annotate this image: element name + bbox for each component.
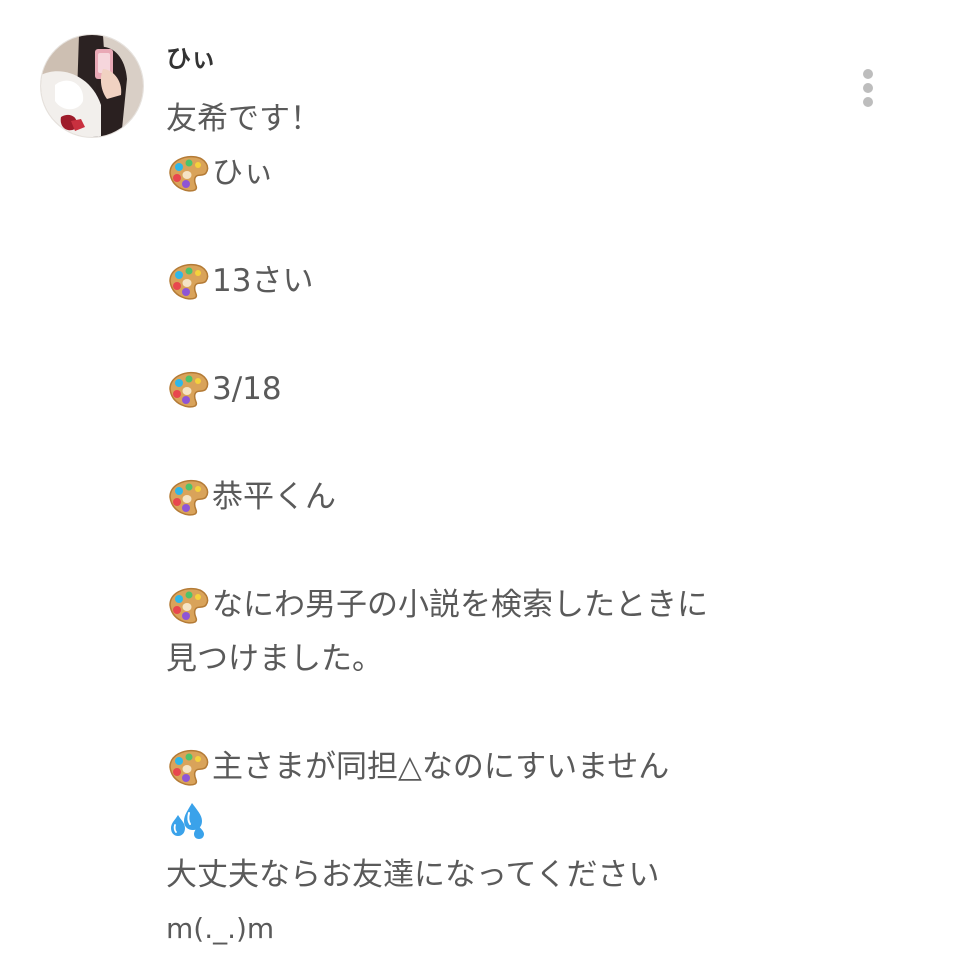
username[interactable]: ひぃ: [166, 44, 216, 74]
message-line: ひぃ: [166, 146, 926, 200]
message-text: 主さまが同担△なのにすいません: [212, 749, 670, 785]
message-line: なにわ男子の小説を検索したときに: [166, 578, 926, 632]
message-line: m(._.)m: [166, 902, 926, 956]
avatar[interactable]: [40, 34, 144, 138]
message-line-blank: [166, 308, 926, 362]
message-line: 見つけました。: [166, 632, 926, 686]
artist-palette-icon: [166, 369, 210, 409]
sweat-droplets-icon: [166, 801, 210, 841]
artist-palette-icon: [166, 747, 210, 787]
message-text: 大丈夫ならお友達になってください: [166, 857, 660, 893]
message-body: 友希です！ ひぃ 13さい 3/18 恭平くん なにわ男子の小説を検索したときに…: [166, 92, 926, 956]
message-text: 友希です！: [166, 101, 321, 137]
message-text: 13さい: [212, 263, 314, 299]
message-text: m(._.)m: [166, 912, 275, 945]
message-line: 3/18: [166, 362, 926, 416]
message-line-blank: [166, 200, 926, 254]
artist-palette-icon: [166, 153, 210, 193]
message-line: 大丈夫ならお友達になってください: [166, 848, 926, 902]
message-line: 13さい: [166, 254, 926, 308]
artist-palette-icon: [166, 261, 210, 301]
message-line: 友希です！: [166, 92, 926, 146]
artist-palette-icon: [166, 585, 210, 625]
message-line: 恭平くん: [166, 470, 926, 524]
message-line: [166, 794, 926, 848]
message-text: 3/18: [212, 371, 282, 407]
message-line-blank: [166, 524, 926, 578]
message-text: 恭平くん: [212, 479, 336, 515]
message-line: 主さまが同担△なのにすいません: [166, 740, 926, 794]
message-text: 見つけました。: [166, 641, 383, 677]
vertical-ellipsis-icon: [863, 69, 873, 79]
message-line-blank: [166, 416, 926, 470]
message-text: ひぃ: [212, 155, 274, 191]
message-text: なにわ男子の小説を検索したときに: [212, 587, 708, 623]
artist-palette-icon: [166, 477, 210, 517]
message-line-blank: [166, 686, 926, 740]
